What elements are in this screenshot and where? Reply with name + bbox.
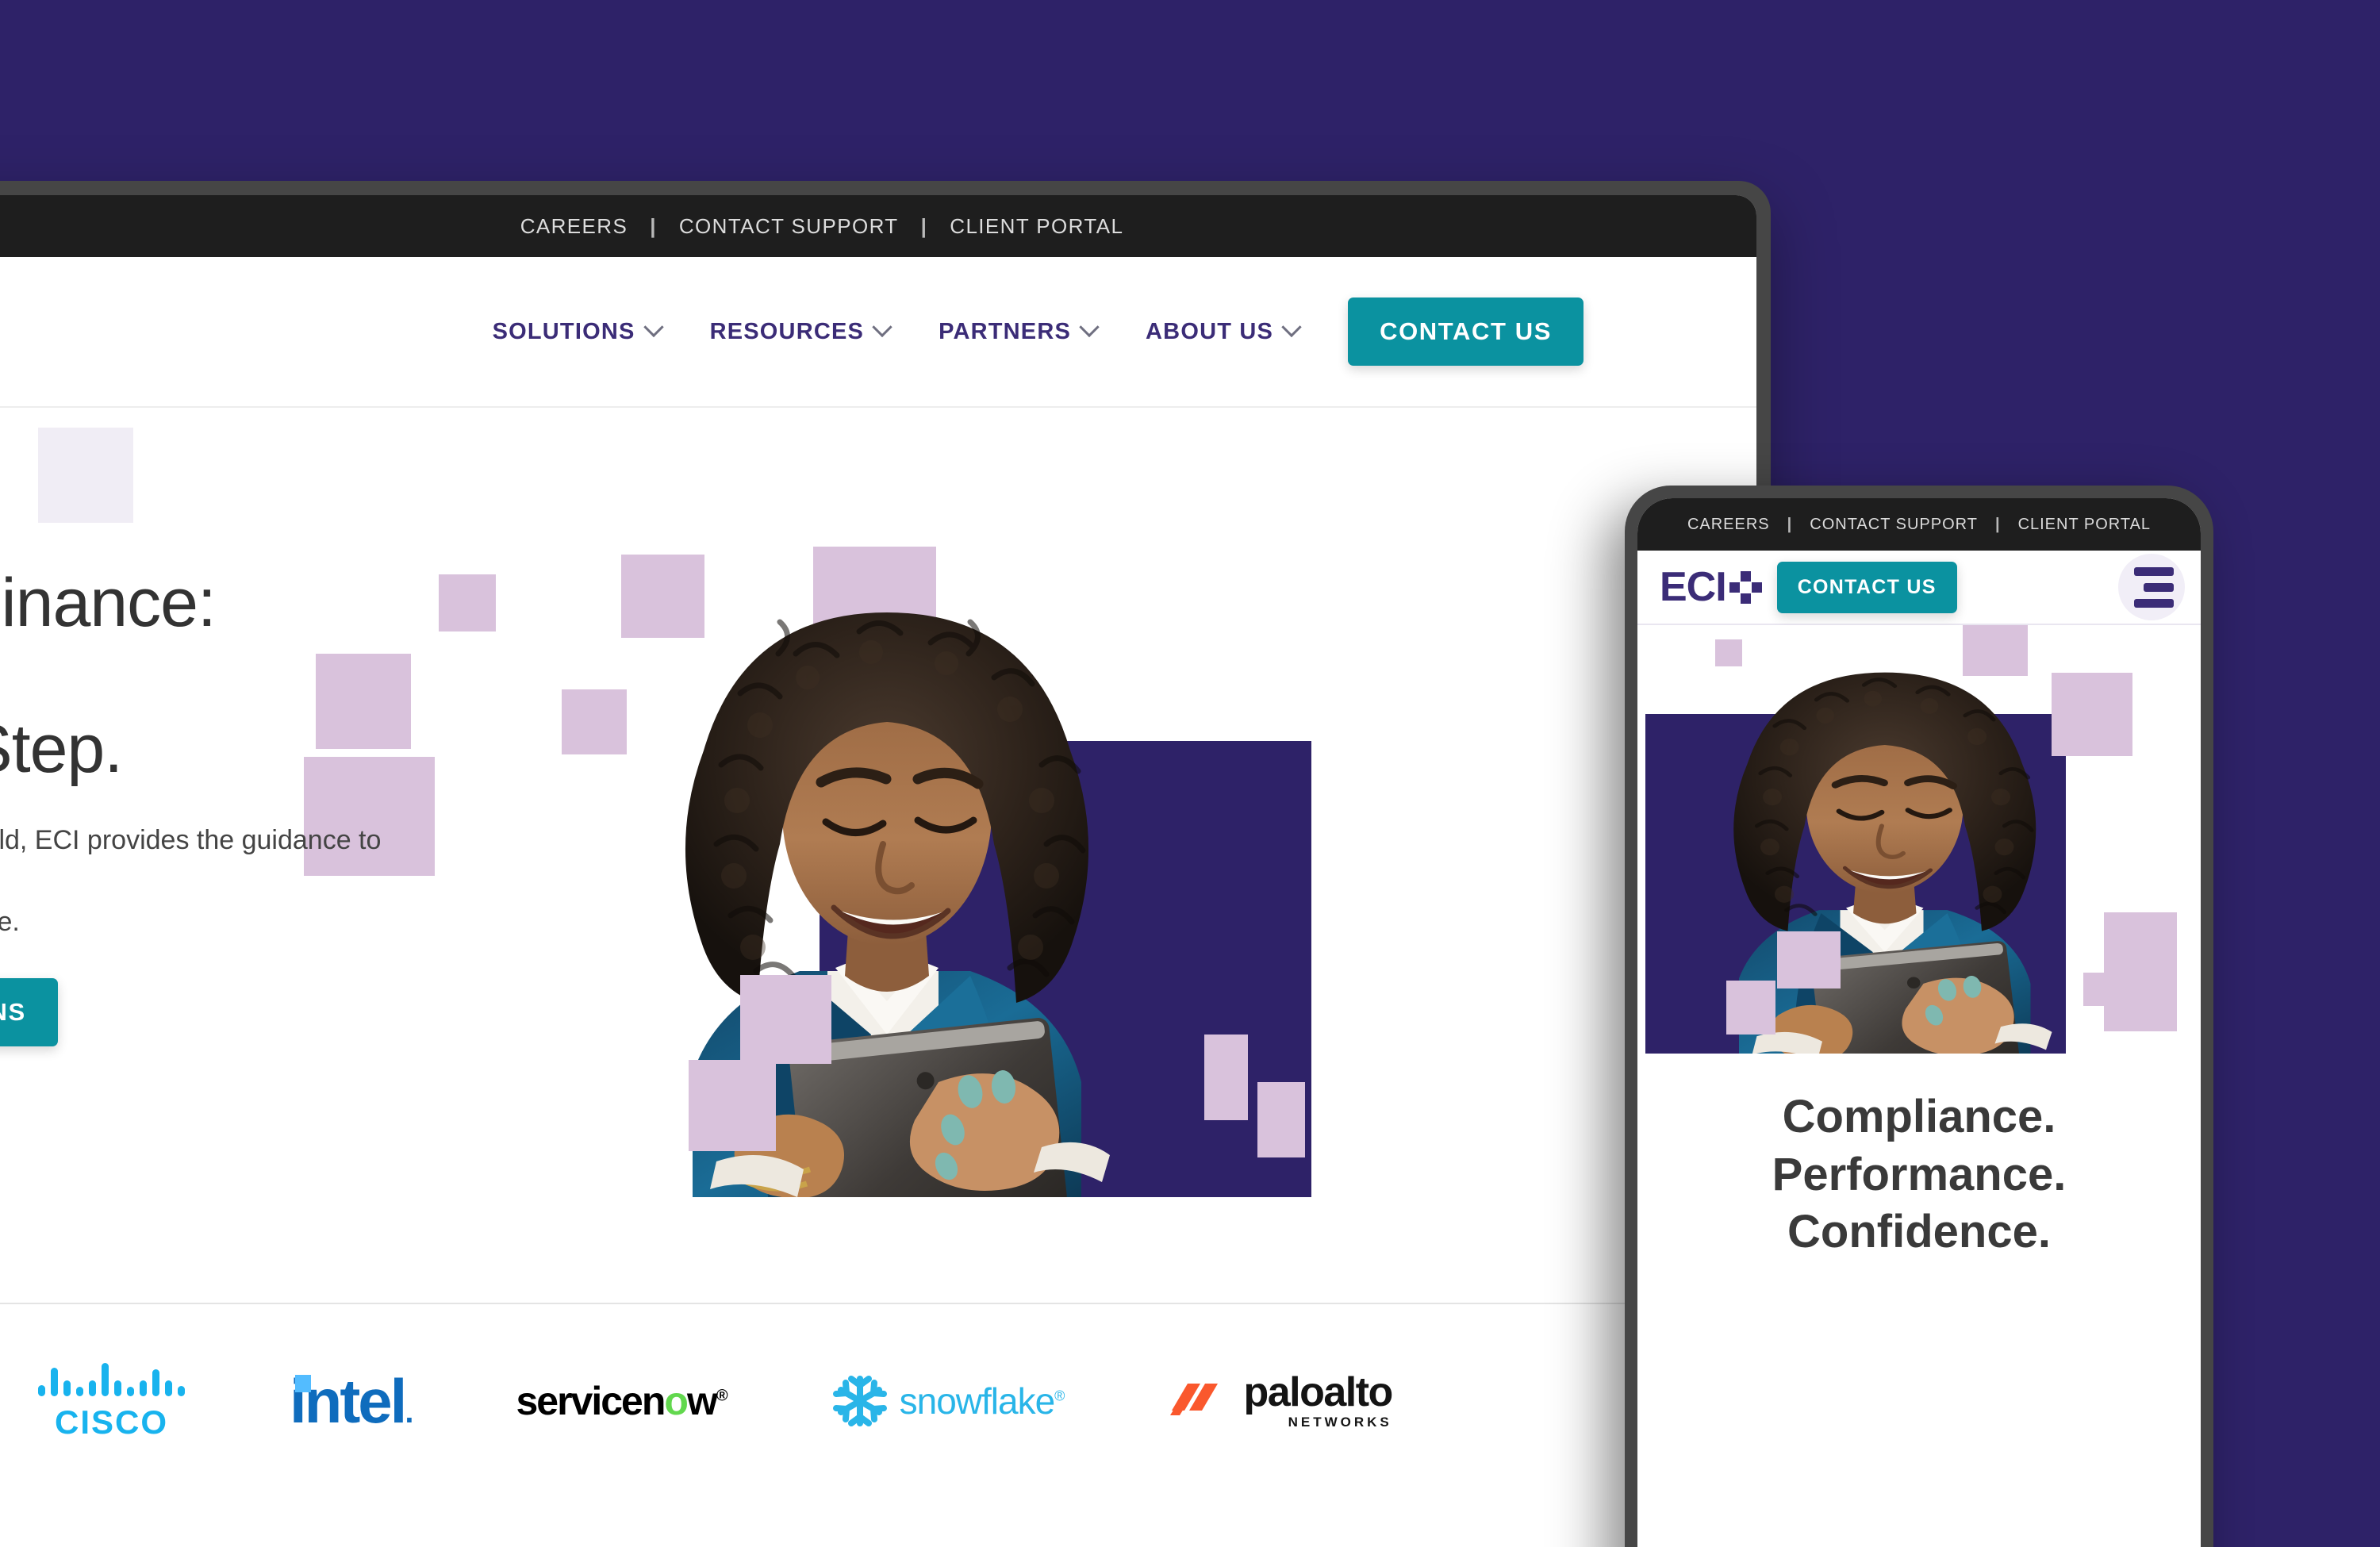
desktop-hero-section: Leading Finance: Ahead at Every Step. In… <box>0 408 1756 1304</box>
partner-logo-paloalto[interactable]: paloalto NETWORKS <box>1169 1369 1393 1430</box>
decorative-square <box>1726 981 1775 1035</box>
mobile-navigation-bar: ECI CONTACT US <box>1637 551 2201 625</box>
hero-photo <box>597 527 1169 1197</box>
snowflake-wordmark: snowflake® <box>899 1380 1065 1422</box>
decorative-square <box>740 975 831 1064</box>
phone-device-mockup: CAREERS | CONTACT SUPPORT | CLIENT PORTA… <box>1625 486 2213 1547</box>
plus-squares-icon <box>1729 570 1763 605</box>
nav-item-label: ABOUT US <box>1146 318 1274 344</box>
paloalto-wordmark: paloalto <box>1243 1369 1393 1415</box>
utility-link-client-portal[interactable]: CLIENT PORTAL <box>2009 516 2161 534</box>
eci-wordmark: ECI <box>1660 563 1727 610</box>
chevron-down-icon <box>643 317 664 338</box>
laptop-screen: CAREERS | CONTACT SUPPORT | CLIENT PORTA… <box>0 195 1756 1547</box>
utility-separator: | <box>650 213 657 238</box>
paloalto-subwordmark: NETWORKS <box>1288 1415 1392 1430</box>
mobile-hero-section <box>1637 625 2201 1054</box>
decorative-square <box>1777 931 1841 988</box>
utility-separator: | <box>920 213 928 238</box>
decorative-square <box>2115 992 2147 1025</box>
decorative-square <box>689 1060 776 1151</box>
desktop-utility-bar: CAREERS | CONTACT SUPPORT | CLIENT PORTA… <box>0 195 1756 257</box>
explore-solutions-button[interactable]: EXPLORE SOLUTIONS <box>0 978 58 1047</box>
partner-logo-snowflake[interactable]: snowflake® <box>831 1372 1065 1430</box>
phone-screen: CAREERS | CONTACT SUPPORT | CLIENT PORTA… <box>1637 498 2201 1547</box>
nav-item-label: PARTNERS <box>939 318 1072 344</box>
chevron-down-icon <box>1281 317 1302 338</box>
laptop-device-mockup: CAREERS | CONTACT SUPPORT | CLIENT PORTA… <box>0 181 1771 1547</box>
eci-logo[interactable]: ECI <box>1660 563 1763 610</box>
paloalto-mark-icon <box>1170 1384 1219 1415</box>
partner-logo-cisco[interactable]: CISCO <box>38 1361 185 1441</box>
desktop-main-navigation: SOLUTIONS RESOURCES PARTNERS ABOUT US CO… <box>0 257 1756 408</box>
utility-separator: | <box>1787 515 1793 533</box>
chevron-down-icon <box>872 317 892 338</box>
nav-item-resources[interactable]: RESOURCES <box>709 317 892 345</box>
hero-image-composition <box>304 527 1454 1197</box>
page-background: CAREERS | CONTACT SUPPORT | CLIENT PORTA… <box>0 0 2380 1547</box>
utility-link-careers[interactable]: CAREERS <box>509 214 639 239</box>
hero-copy-block: Leading Finance: Ahead at Every Step. In… <box>0 565 387 1047</box>
hamburger-menu-icon[interactable] <box>2118 554 2185 620</box>
decorative-square <box>1257 1082 1305 1157</box>
partner-logo-servicenow[interactable]: servicenow® <box>516 1378 727 1424</box>
decorative-square <box>2083 973 2113 1006</box>
nav-item-about-us[interactable]: ABOUT US <box>1146 317 1302 345</box>
contact-us-button[interactable]: CONTACT US <box>1776 561 1957 613</box>
partner-logo-strip: CISCO intel. servicenow® snowflake® palo… <box>0 1304 1756 1498</box>
mobile-headline: Compliance. Performance. Confidence. <box>1772 1091 2067 1257</box>
chevron-down-icon <box>1079 317 1100 338</box>
utility-separator: | <box>1994 515 2001 533</box>
contact-us-button[interactable]: CONTACT US <box>1348 298 1583 366</box>
decorative-square <box>1204 1035 1248 1120</box>
nav-item-solutions[interactable]: SOLUTIONS <box>492 317 664 345</box>
page-title: Leading Finance: Ahead at Every Step. <box>0 565 217 788</box>
nav-item-partners[interactable]: PARTNERS <box>939 317 1100 345</box>
partner-logo-intel[interactable]: intel. <box>290 1365 414 1438</box>
nav-item-label: SOLUTIONS <box>492 318 635 344</box>
cisco-bars-icon <box>38 1361 185 1396</box>
utility-link-careers[interactable]: CAREERS <box>1678 516 1779 534</box>
mobile-utility-bar: CAREERS | CONTACT SUPPORT | CLIENT PORTA… <box>1637 498 2201 551</box>
servicenow-wordmark: servicenow® <box>516 1379 727 1423</box>
intel-dot-icon <box>295 1374 311 1392</box>
cisco-wordmark: CISCO <box>54 1403 168 1441</box>
nav-item-label: RESOURCES <box>709 318 865 344</box>
decorative-square <box>38 428 133 523</box>
utility-link-contact-support[interactable]: CONTACT SUPPORT <box>668 214 910 239</box>
snowflake-icon <box>832 1376 887 1426</box>
utility-link-client-portal[interactable]: CLIENT PORTAL <box>939 214 1134 239</box>
intel-wordmark: intel. <box>290 1365 414 1436</box>
utility-link-contact-support[interactable]: CONTACT SUPPORT <box>1800 516 1987 534</box>
hero-subtitle: In a highly regulated world, ECI provide… <box>0 825 382 938</box>
decorative-square <box>439 574 496 631</box>
